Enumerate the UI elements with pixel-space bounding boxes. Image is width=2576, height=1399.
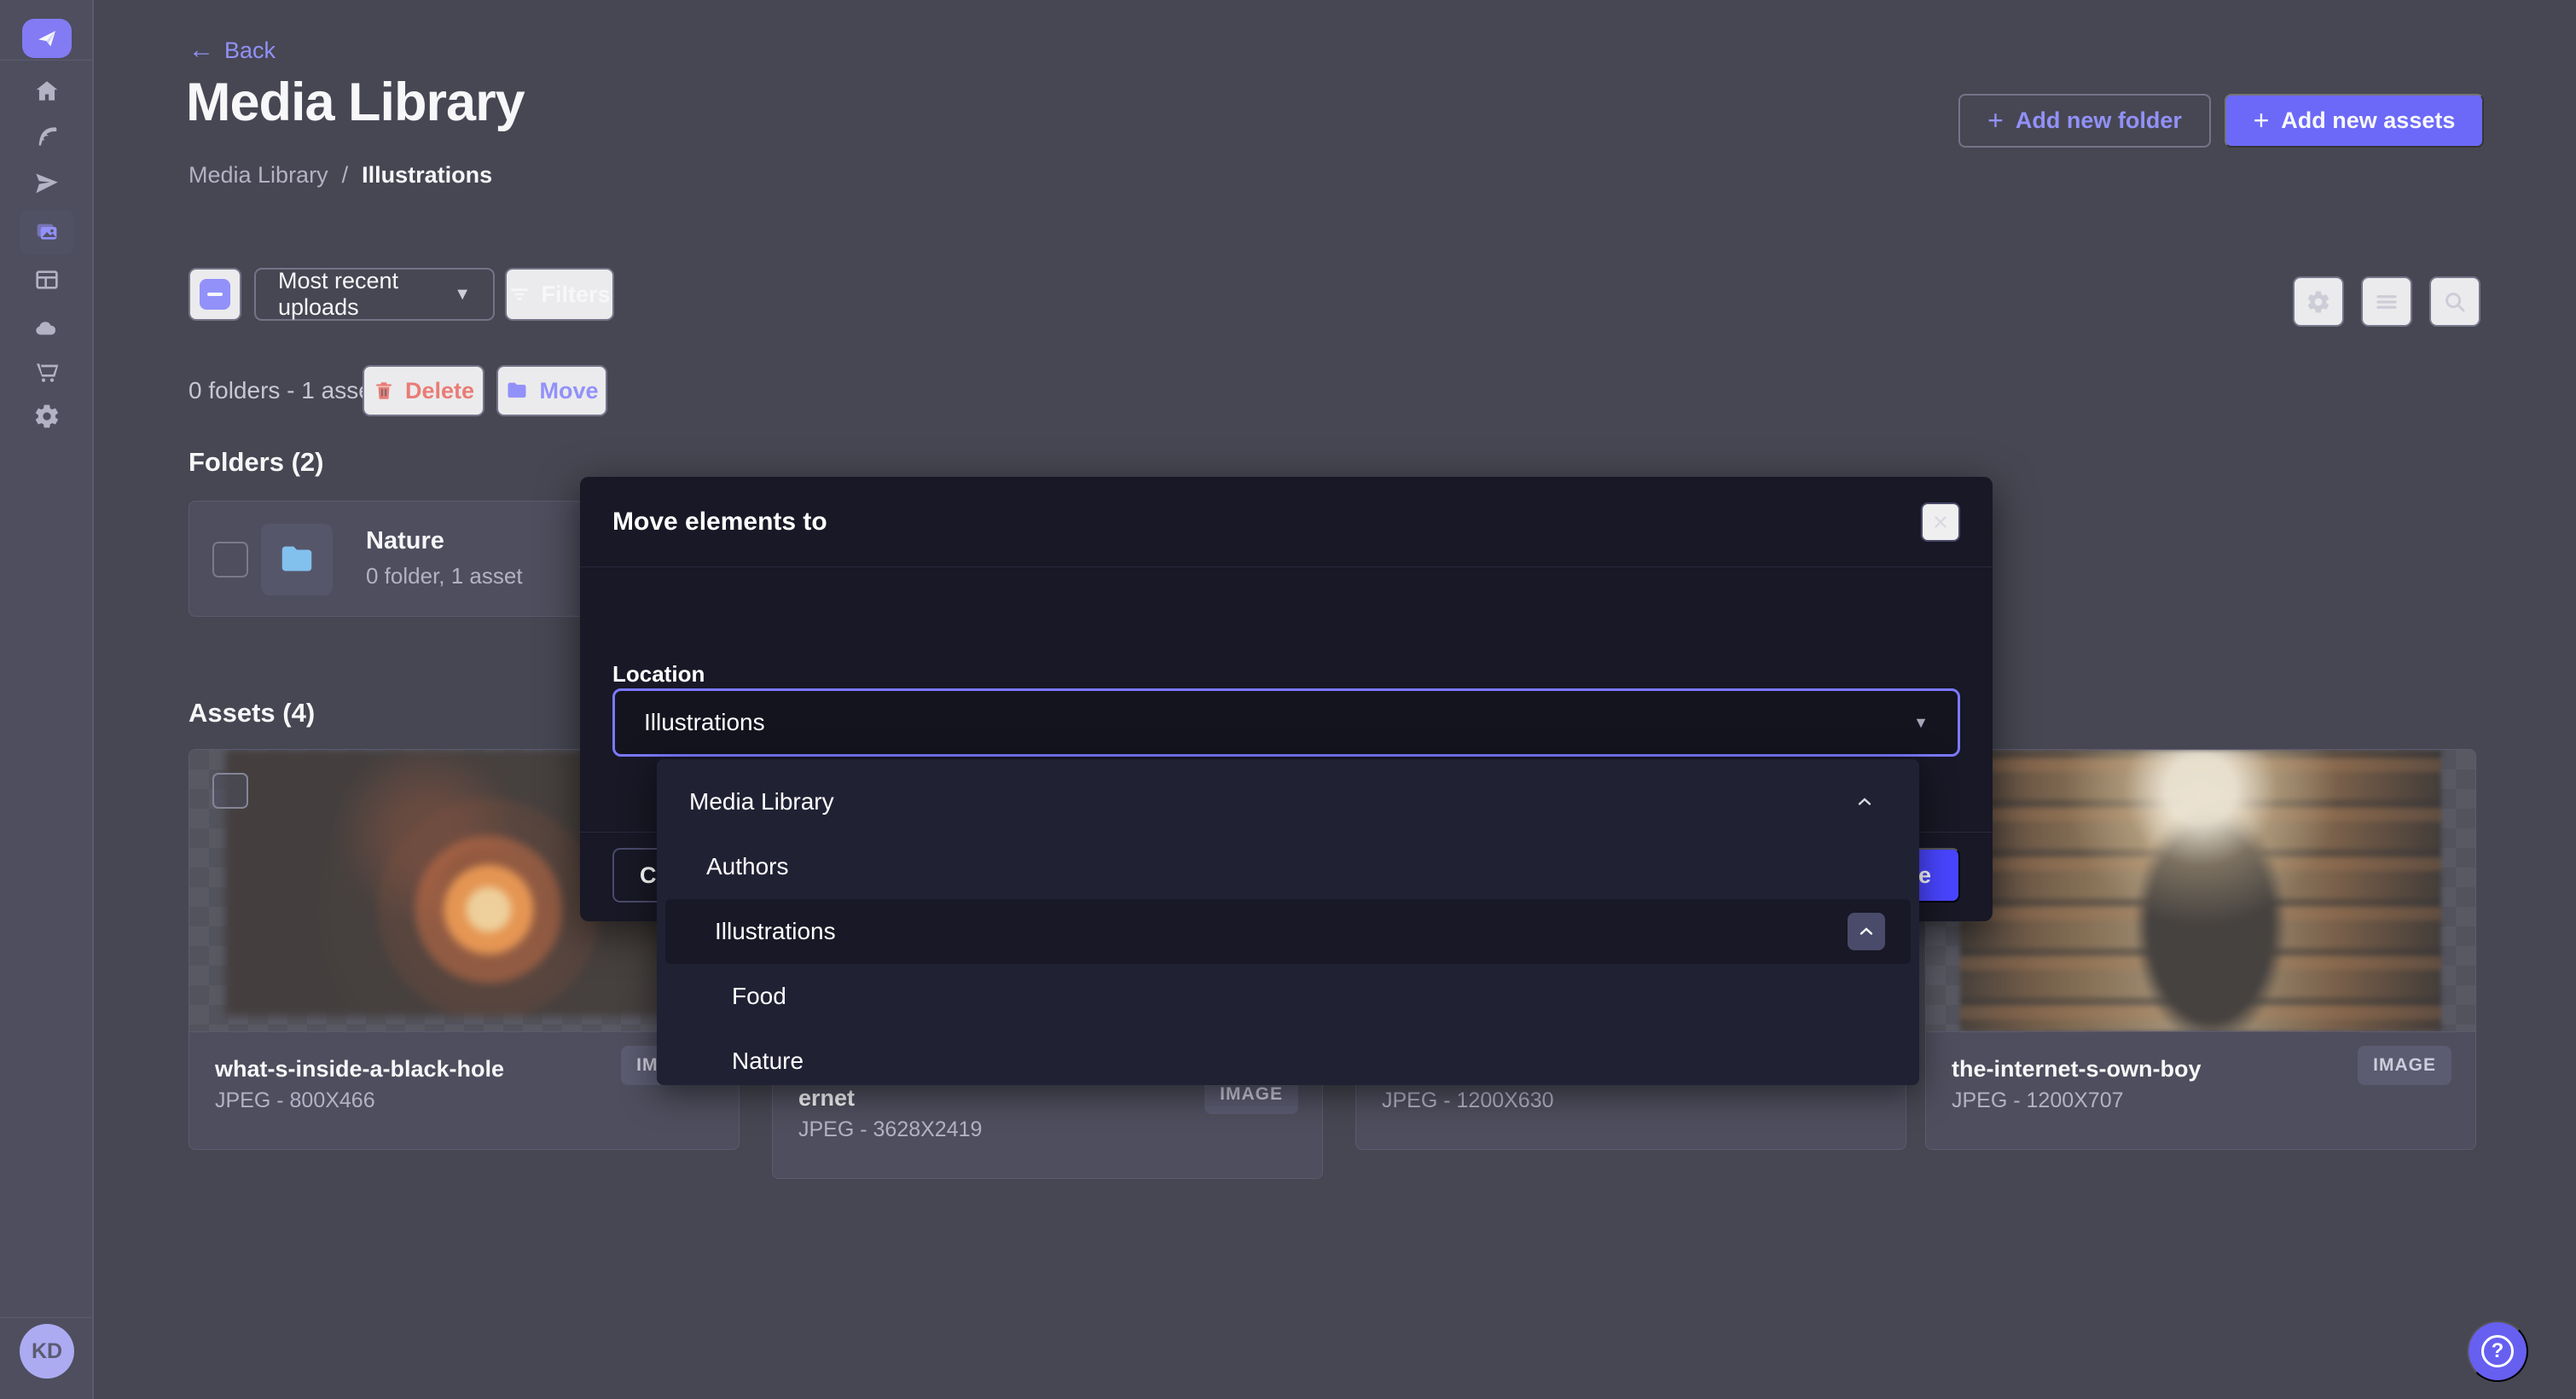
dropdown-option-nature[interactable]: Nature (657, 1029, 1919, 1094)
question-mark-icon: ? (2481, 1335, 2514, 1367)
modal-title: Move elements to (612, 508, 827, 537)
option-label: Nature (657, 1048, 804, 1075)
dropdown-option-illustrations-selected[interactable]: Illustrations (665, 899, 1911, 964)
location-value: Illustrations (644, 709, 765, 736)
location-select[interactable]: Illustrations ▼ (612, 688, 1960, 757)
dropdown-option-food[interactable]: Food (657, 964, 1919, 1029)
close-icon (1931, 513, 1950, 531)
chevron-down-icon: ▼ (1913, 714, 1929, 732)
option-label: Food (657, 983, 786, 1010)
close-button[interactable] (1921, 502, 1960, 542)
option-label: Media Library (657, 788, 834, 816)
location-dropdown: Media Library Authors Illustrations Food… (657, 759, 1919, 1085)
modal-header: Move elements to (580, 477, 1993, 567)
dropdown-option-media-library[interactable]: Media Library (657, 769, 1919, 834)
option-label: Authors (657, 853, 789, 880)
help-button[interactable]: ? (2467, 1321, 2528, 1382)
chevron-up-icon[interactable] (1854, 792, 1875, 812)
dropdown-option-authors[interactable]: Authors (657, 834, 1919, 899)
location-label: Location (612, 661, 705, 688)
collapse-button[interactable] (1848, 913, 1885, 950)
option-label: Illustrations (665, 918, 836, 945)
